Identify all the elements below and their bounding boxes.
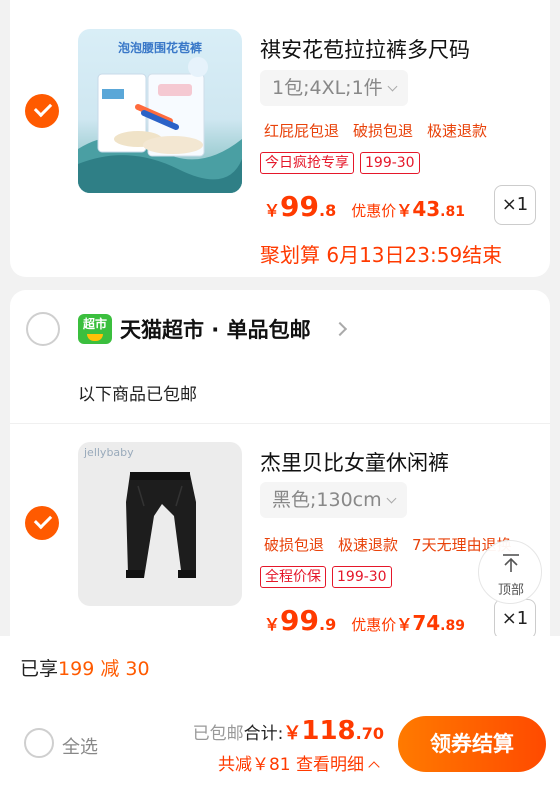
discount-label: 优惠价 [351, 616, 397, 634]
reduce-text: 共减￥81 查看明细 [217, 755, 364, 775]
price-row: ￥99.8 优惠价￥43.81 [264, 190, 465, 223]
currency-symbol: ￥ [264, 615, 281, 634]
quantity-button[interactable]: ×1 [494, 185, 536, 225]
shipping-label: 已包邮 [192, 724, 244, 744]
total-label: 合计: [243, 724, 284, 744]
item-checkbox[interactable] [25, 94, 59, 128]
discount-decimal: .81 [440, 204, 465, 220]
back-to-top-button[interactable]: 顶部 [478, 540, 542, 604]
item-checkbox[interactable] [25, 506, 59, 540]
select-all-checkbox[interactable] [24, 728, 54, 758]
shop-header[interactable]: 超市 天猫超市 · 单品包邮 [10, 290, 550, 370]
service-tag: 破损包退 [353, 122, 414, 140]
select-all-label[interactable]: 全选 [62, 733, 98, 759]
total-decimal: .70 [355, 724, 384, 743]
arrow-up-icon [503, 554, 519, 572]
promo-end-time: 聚划算 6月13日23:59结束 [260, 243, 503, 267]
smile-icon [87, 334, 103, 341]
product-title[interactable]: 祺安花苞拉拉裤多尺码 [260, 34, 470, 64]
currency-symbol: ￥ [283, 723, 302, 744]
total-integer: 118 [301, 716, 356, 746]
spec-text: 1包;4XL;1件 [272, 77, 383, 99]
cart-item-card: 泡泡腰围花苞裤 祺安花苞拉拉裤多尺码 1包;4XL;1件 红屁屁包退 破损包退 极速… [10, 0, 550, 277]
discount-decimal: .89 [440, 618, 465, 634]
back-to-top-label: 顶部 [497, 583, 524, 598]
currency-symbol: ￥ [396, 615, 413, 634]
shop-logo-text: 超市 [82, 317, 107, 331]
service-tag: 极速退款 [427, 122, 488, 140]
product-title[interactable]: 杰里贝比女童休闲裤 [260, 447, 449, 477]
checkout-bar: 已享199 减 30 全选 已包邮合计:￥118.70 共减￥81 查看明细 领… [0, 636, 560, 800]
free-shipping-note: 以下商品已包邮 [78, 385, 197, 405]
brand-watermark: jellybaby [84, 446, 134, 459]
promo-tags: 全程价保 199-30 [260, 566, 392, 588]
promo-tag: 今日疯抢专享 [260, 152, 354, 174]
pants-illustration [126, 472, 196, 578]
promo-tags: 今日疯抢专享 199-30 [260, 152, 420, 174]
product-image-caption: 泡泡腰围花苞裤 [117, 41, 202, 55]
spec-selector[interactable]: 1包;4XL;1件 [260, 70, 408, 106]
checkout-button[interactable]: 领券结算 [398, 716, 546, 772]
price-integer: 99 [280, 190, 319, 223]
currency-symbol: ￥ [396, 201, 413, 220]
price-decimal: .9 [318, 615, 337, 634]
chevron-up-icon [368, 761, 380, 773]
view-discount-details[interactable]: 共减￥81 查看明细 [217, 750, 380, 775]
currency-symbol: ￥ [264, 201, 281, 220]
chevron-down-icon [387, 81, 398, 92]
tmall-supermarket-logo: 超市 [78, 314, 112, 344]
saving-info: 已享199 减 30 [20, 654, 150, 681]
price-decimal: .8 [318, 201, 337, 220]
quantity-button[interactable]: ×1 [494, 599, 536, 639]
promo-tag: 199-30 [332, 566, 392, 588]
service-tag: 红屁屁包退 [264, 122, 340, 140]
discount-integer: 74 [412, 611, 441, 635]
saving-value: 199 减 30 [58, 658, 150, 680]
total-amount: 已包邮合计:￥118.70 [193, 716, 384, 746]
promo-tag: 199-30 [360, 152, 420, 174]
discount-label: 优惠价 [351, 202, 397, 220]
discount-integer: 43 [412, 197, 441, 221]
promo-tag: 全程价保 [260, 566, 326, 588]
price-row: ￥99.9 优惠价￥74.89 [264, 604, 465, 637]
product-image[interactable]: 泡泡腰围花苞裤 [78, 29, 242, 193]
spec-text: 黑色;130cm [272, 489, 382, 511]
chevron-down-icon [386, 493, 397, 504]
shop-checkbox[interactable] [26, 312, 60, 346]
product-image[interactable]: jellybaby [78, 442, 242, 606]
divider [10, 423, 550, 424]
service-list: 红屁屁包退 破损包退 极速退款 [264, 120, 501, 141]
chevron-right-icon [332, 321, 348, 337]
service-tag: 极速退款 [338, 536, 399, 554]
service-tag: 破损包退 [264, 536, 325, 554]
shop-name[interactable]: 天猫超市 · 单品包邮 [120, 314, 311, 344]
saving-prefix: 已享 [20, 658, 59, 680]
spec-selector[interactable]: 黑色;130cm [260, 482, 407, 518]
price-integer: 99 [280, 604, 319, 637]
